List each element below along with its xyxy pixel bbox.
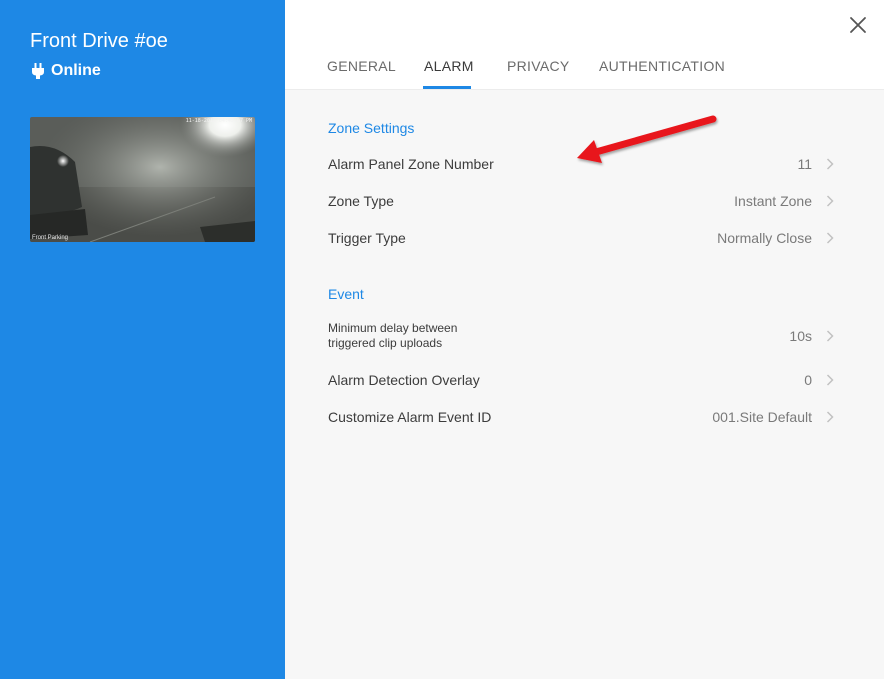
- camera-title: Front Drive #oe: [30, 30, 168, 52]
- row-value: Instant Zone: [734, 193, 812, 209]
- chevron-right-icon: [826, 158, 834, 170]
- row-zone-type[interactable]: Zone Type Instant Zone: [328, 191, 835, 211]
- tab-privacy[interactable]: PRIVACY: [507, 58, 570, 74]
- close-icon[interactable]: [849, 16, 867, 34]
- row-label: Alarm Panel Zone Number: [328, 156, 494, 172]
- row-minimum-delay-clip-uploads[interactable]: Minimum delay between triggered clip upl…: [328, 320, 835, 352]
- row-label: Minimum delay between triggered clip upl…: [328, 321, 789, 351]
- camera-status-label: Online: [51, 62, 101, 79]
- camera-preview[interactable]: 11-18-2018 04:45:07 PM Front Parking: [30, 117, 255, 242]
- tab-alarm[interactable]: ALARM: [424, 58, 474, 74]
- row-label: Trigger Type: [328, 230, 406, 246]
- row-customize-alarm-event-id[interactable]: Customize Alarm Event ID 001.Site Defaul…: [328, 407, 835, 427]
- section-title-zone-settings: Zone Settings: [328, 120, 415, 136]
- preview-label: Front Parking: [32, 235, 69, 241]
- preview-timestamp: 11-18-2018 04:45:07 PM: [185, 118, 252, 124]
- section-title-event: Event: [328, 286, 364, 302]
- row-value: 0: [804, 372, 812, 388]
- camera-preview-image: [30, 117, 255, 242]
- row-trigger-type[interactable]: Trigger Type Normally Close: [328, 228, 835, 248]
- camera-sidebar: Front Drive #oe Online 11-18-2018 04:45:…: [0, 0, 285, 679]
- tab-authentication[interactable]: AUTHENTICATION: [599, 58, 725, 74]
- chevron-right-icon: [826, 330, 834, 342]
- row-label-line-2: triggered clip uploads: [328, 336, 443, 350]
- chevron-right-icon: [826, 374, 834, 386]
- row-value: 10s: [789, 328, 812, 344]
- chevron-right-icon: [826, 195, 834, 207]
- row-label: Alarm Detection Overlay: [328, 372, 480, 388]
- row-value: 001.Site Default: [712, 409, 812, 425]
- row-label: Customize Alarm Event ID: [328, 409, 492, 425]
- row-value: Normally Close: [717, 230, 812, 246]
- tab-general[interactable]: GENERAL: [327, 58, 396, 74]
- row-value: 11: [797, 156, 812, 172]
- chevron-right-icon: [826, 232, 834, 244]
- alarm-settings-content: Zone Settings Alarm Panel Zone Number 11…: [285, 89, 884, 679]
- camera-status: Online: [32, 62, 101, 80]
- settings-panel: GENERAL ALARM PRIVACY AUTHENTICATION Zon…: [285, 0, 884, 679]
- chevron-right-icon: [826, 411, 834, 423]
- row-alarm-panel-zone-number[interactable]: Alarm Panel Zone Number 11: [328, 154, 835, 174]
- plug-icon: [32, 63, 44, 79]
- row-alarm-detection-overlay[interactable]: Alarm Detection Overlay 0: [328, 370, 835, 390]
- row-label-line-1: Minimum delay between: [328, 321, 458, 335]
- row-label: Zone Type: [328, 193, 394, 209]
